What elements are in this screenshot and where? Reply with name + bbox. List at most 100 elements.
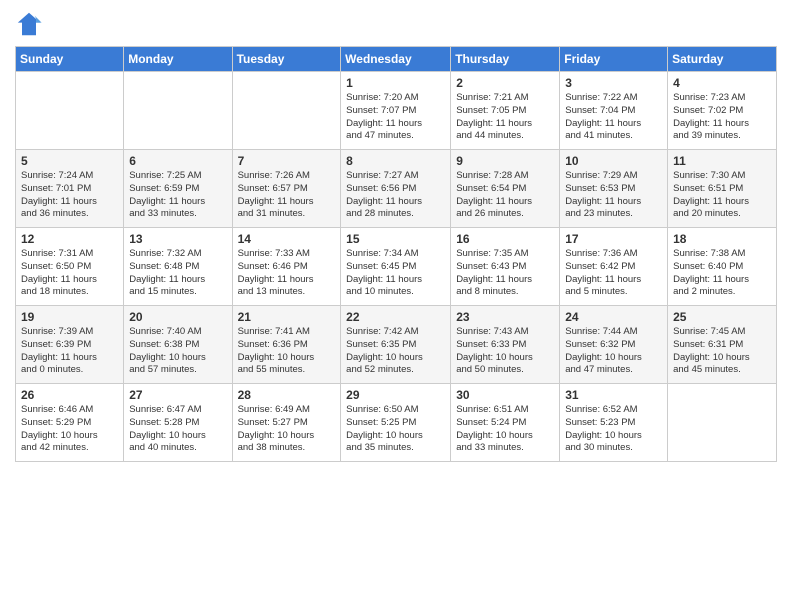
- day-info: Sunrise: 7:36 AMSunset: 6:42 PMDaylight:…: [565, 248, 662, 299]
- day-info: Sunrise: 7:27 AMSunset: 6:56 PMDaylight:…: [346, 170, 445, 221]
- day-number: 1: [346, 76, 445, 90]
- calendar-week-row: 12 Sunrise: 7:31 AMSunset: 6:50 PMDayligh…: [16, 228, 777, 306]
- day-number: 21: [238, 310, 336, 324]
- calendar-header-monday: Monday: [124, 47, 232, 72]
- calendar-day-cell: [232, 72, 341, 150]
- page: SundayMondayTuesdayWednesdayThursdayFrid…: [0, 0, 792, 477]
- day-info: Sunrise: 7:32 AMSunset: 6:48 PMDaylight:…: [129, 248, 226, 299]
- day-number: 8: [346, 154, 445, 168]
- calendar-day-cell: 6 Sunrise: 7:25 AMSunset: 6:59 PMDaylight…: [124, 150, 232, 228]
- calendar-day-cell: 11 Sunrise: 7:30 AMSunset: 6:51 PMDayligh…: [668, 150, 777, 228]
- calendar-day-cell: 15 Sunrise: 7:34 AMSunset: 6:45 PMDayligh…: [341, 228, 451, 306]
- calendar-day-cell: 29 Sunrise: 6:50 AMSunset: 5:25 PMDayligh…: [341, 384, 451, 462]
- calendar-day-cell: 12 Sunrise: 7:31 AMSunset: 6:50 PMDayligh…: [16, 228, 124, 306]
- calendar-day-cell: 19 Sunrise: 7:39 AMSunset: 6:39 PMDayligh…: [16, 306, 124, 384]
- calendar-header-friday: Friday: [560, 47, 668, 72]
- calendar-day-cell: 20 Sunrise: 7:40 AMSunset: 6:38 PMDayligh…: [124, 306, 232, 384]
- day-info: Sunrise: 7:45 AMSunset: 6:31 PMDaylight:…: [673, 326, 771, 377]
- day-info: Sunrise: 7:39 AMSunset: 6:39 PMDaylight:…: [21, 326, 118, 377]
- day-info: Sunrise: 7:33 AMSunset: 6:46 PMDaylight:…: [238, 248, 336, 299]
- day-number: 4: [673, 76, 771, 90]
- day-info: Sunrise: 7:42 AMSunset: 6:35 PMDaylight:…: [346, 326, 445, 377]
- day-info: Sunrise: 7:23 AMSunset: 7:02 PMDaylight:…: [673, 92, 771, 143]
- day-number: 17: [565, 232, 662, 246]
- calendar-table: SundayMondayTuesdayWednesdayThursdayFrid…: [15, 46, 777, 462]
- day-number: 6: [129, 154, 226, 168]
- day-info: Sunrise: 6:46 AMSunset: 5:29 PMDaylight:…: [21, 404, 118, 455]
- calendar-day-cell: 25 Sunrise: 7:45 AMSunset: 6:31 PMDayligh…: [668, 306, 777, 384]
- day-info: Sunrise: 7:31 AMSunset: 6:50 PMDaylight:…: [21, 248, 118, 299]
- day-info: Sunrise: 7:44 AMSunset: 6:32 PMDaylight:…: [565, 326, 662, 377]
- calendar-day-cell: 14 Sunrise: 7:33 AMSunset: 6:46 PMDayligh…: [232, 228, 341, 306]
- day-number: 19: [21, 310, 118, 324]
- calendar-header-saturday: Saturday: [668, 47, 777, 72]
- day-number: 18: [673, 232, 771, 246]
- day-info: Sunrise: 7:34 AMSunset: 6:45 PMDaylight:…: [346, 248, 445, 299]
- day-info: Sunrise: 7:24 AMSunset: 7:01 PMDaylight:…: [21, 170, 118, 221]
- day-info: Sunrise: 7:21 AMSunset: 7:05 PMDaylight:…: [456, 92, 554, 143]
- day-number: 26: [21, 388, 118, 402]
- day-info: Sunrise: 7:20 AMSunset: 7:07 PMDaylight:…: [346, 92, 445, 143]
- calendar-day-cell: 28Sunrise: 6:49 AMSunset: 5:27 PMDayligh…: [232, 384, 341, 462]
- calendar-day-cell: 8 Sunrise: 7:27 AMSunset: 6:56 PMDaylight…: [341, 150, 451, 228]
- day-number: 28: [238, 388, 336, 402]
- calendar-day-cell: 24 Sunrise: 7:44 AMSunset: 6:32 PMDayligh…: [560, 306, 668, 384]
- calendar-day-cell: 18 Sunrise: 7:38 AMSunset: 6:40 PMDayligh…: [668, 228, 777, 306]
- day-number: 25: [673, 310, 771, 324]
- day-info: Sunrise: 7:28 AMSunset: 6:54 PMDaylight:…: [456, 170, 554, 221]
- calendar-day-cell: 17 Sunrise: 7:36 AMSunset: 6:42 PMDayligh…: [560, 228, 668, 306]
- day-number: 12: [21, 232, 118, 246]
- calendar-week-row: 19 Sunrise: 7:39 AMSunset: 6:39 PMDayligh…: [16, 306, 777, 384]
- day-info: Sunrise: 7:40 AMSunset: 6:38 PMDaylight:…: [129, 326, 226, 377]
- day-number: 14: [238, 232, 336, 246]
- calendar-day-cell: 21 Sunrise: 7:41 AMSunset: 6:36 PMDayligh…: [232, 306, 341, 384]
- day-number: 22: [346, 310, 445, 324]
- day-info: Sunrise: 7:22 AMSunset: 7:04 PMDaylight:…: [565, 92, 662, 143]
- calendar-header-sunday: Sunday: [16, 47, 124, 72]
- calendar-day-cell: [668, 384, 777, 462]
- day-number: 7: [238, 154, 336, 168]
- calendar-day-cell: 16Sunrise: 7:35 AMSunset: 6:43 PMDayligh…: [451, 228, 560, 306]
- day-info: Sunrise: 6:50 AMSunset: 5:25 PMDaylight:…: [346, 404, 445, 455]
- day-number: 9: [456, 154, 554, 168]
- day-number: 27: [129, 388, 226, 402]
- day-info: Sunrise: 7:30 AMSunset: 6:51 PMDaylight:…: [673, 170, 771, 221]
- calendar-week-row: 1 Sunrise: 7:20 AMSunset: 7:07 PMDaylight…: [16, 72, 777, 150]
- day-number: 15: [346, 232, 445, 246]
- day-info: Sunrise: 6:51 AMSunset: 5:24 PMDaylight:…: [456, 404, 554, 455]
- day-number: 20: [129, 310, 226, 324]
- calendar-header-tuesday: Tuesday: [232, 47, 341, 72]
- day-number: 10: [565, 154, 662, 168]
- day-info: Sunrise: 7:25 AMSunset: 6:59 PMDaylight:…: [129, 170, 226, 221]
- day-info: Sunrise: 7:43 AMSunset: 6:33 PMDaylight:…: [456, 326, 554, 377]
- logo-icon: [15, 10, 43, 38]
- calendar-day-cell: 2 Sunrise: 7:21 AMSunset: 7:05 PMDaylight…: [451, 72, 560, 150]
- day-number: 5: [21, 154, 118, 168]
- day-number: 24: [565, 310, 662, 324]
- day-number: 23: [456, 310, 554, 324]
- day-number: 29: [346, 388, 445, 402]
- header: [15, 10, 777, 38]
- calendar-day-cell: 4 Sunrise: 7:23 AMSunset: 7:02 PMDaylight…: [668, 72, 777, 150]
- calendar-day-cell: 13 Sunrise: 7:32 AMSunset: 6:48 PMDayligh…: [124, 228, 232, 306]
- calendar-day-cell: 27 Sunrise: 6:47 AMSunset: 5:28 PMDayligh…: [124, 384, 232, 462]
- day-number: 11: [673, 154, 771, 168]
- day-number: 30: [456, 388, 554, 402]
- calendar-day-cell: 10 Sunrise: 7:29 AMSunset: 6:53 PMDayligh…: [560, 150, 668, 228]
- day-info: Sunrise: 6:47 AMSunset: 5:28 PMDaylight:…: [129, 404, 226, 455]
- calendar-day-cell: 9 Sunrise: 7:28 AMSunset: 6:54 PMDaylight…: [451, 150, 560, 228]
- calendar-day-cell: 31Sunrise: 6:52 AMSunset: 5:23 PMDayligh…: [560, 384, 668, 462]
- day-number: 3: [565, 76, 662, 90]
- calendar-day-cell: [16, 72, 124, 150]
- calendar-day-cell: 7 Sunrise: 7:26 AMSunset: 6:57 PMDaylight…: [232, 150, 341, 228]
- calendar-day-cell: 30 Sunrise: 6:51 AMSunset: 5:24 PMDayligh…: [451, 384, 560, 462]
- calendar-day-cell: 1 Sunrise: 7:20 AMSunset: 7:07 PMDaylight…: [341, 72, 451, 150]
- day-number: 13: [129, 232, 226, 246]
- calendar-header-thursday: Thursday: [451, 47, 560, 72]
- day-info: Sunrise: 7:26 AMSunset: 6:57 PMDaylight:…: [238, 170, 336, 221]
- day-info: Sunrise: 7:29 AMSunset: 6:53 PMDaylight:…: [565, 170, 662, 221]
- day-info: Sunrise: 7:38 AMSunset: 6:40 PMDaylight:…: [673, 248, 771, 299]
- day-number: 16: [456, 232, 554, 246]
- day-number: 2: [456, 76, 554, 90]
- day-info: Sunrise: 7:41 AMSunset: 6:36 PMDaylight:…: [238, 326, 336, 377]
